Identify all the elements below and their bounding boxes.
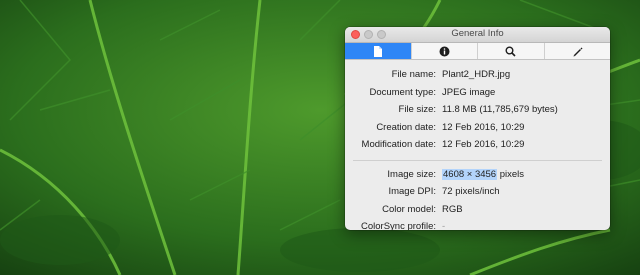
colorsync-profile-row: ColorSync profile: - (345, 218, 610, 230)
document-icon (373, 45, 382, 57)
document-type-row: Document type: JPEG image (345, 84, 610, 102)
image-size-label: Image size: (387, 168, 436, 180)
image-size-selection[interactable]: 4608 × 3456 (442, 168, 498, 180)
pencil-icon (573, 47, 583, 56)
document-type-value[interactable]: JPEG image (442, 87, 495, 98)
color-model-row: Color model: RGB (345, 201, 610, 219)
colorsync-profile-label: ColorSync profile: (361, 221, 436, 230)
image-dpi-row: Image DPI: 72 pixels/inch (345, 183, 610, 201)
tab-edit[interactable] (545, 43, 611, 59)
image-size-value[interactable]: 4608 × 3456 pixels (442, 168, 525, 180)
file-size-label: File size: (398, 104, 436, 116)
image-dpi-label: Image DPI: (388, 186, 436, 198)
file-name-row: File name: Plant2_HDR.jpg (345, 66, 610, 84)
file-name-value[interactable]: Plant2_HDR.jpg (442, 69, 510, 80)
creation-date-value[interactable]: 12 Feb 2016, 10:29 (442, 122, 524, 133)
search-icon (505, 46, 516, 57)
image-size-unit: pixels (497, 168, 525, 180)
colorsync-profile-value[interactable]: - (442, 221, 445, 230)
section-divider (353, 159, 602, 161)
file-name-label: File name: (391, 69, 436, 81)
color-model-value[interactable]: RGB (442, 204, 463, 215)
modification-date-label: Modification date: (361, 139, 436, 151)
tab-general[interactable] (345, 43, 412, 59)
creation-date-row: Creation date: 12 Feb 2016, 10:29 (345, 119, 610, 137)
inspector-tabs (345, 43, 610, 60)
color-model-label: Color model: (382, 203, 436, 215)
title-bar[interactable]: General Info (345, 27, 610, 43)
tab-search[interactable] (478, 43, 545, 59)
creation-date-label: Creation date: (376, 121, 436, 133)
document-type-label: Document type: (369, 86, 436, 98)
modification-date-value[interactable]: 12 Feb 2016, 10:29 (442, 139, 524, 150)
modification-date-row: Modification date: 12 Feb 2016, 10:29 (345, 136, 610, 154)
image-dpi-value[interactable]: 72 pixels/inch (442, 186, 500, 197)
tab-info[interactable] (412, 43, 478, 59)
info-icon (439, 46, 450, 56)
file-size-row: File size: 11.8 MB (11,785,679 bytes) (345, 101, 610, 119)
window-title: General Info (451, 28, 504, 39)
image-size-row: Image size: 4608 × 3456 pixels (345, 166, 610, 184)
general-info-window: General Info File name: Plant2_HDR.jpg D… (345, 27, 610, 230)
info-content: File name: Plant2_HDR.jpg Document type:… (345, 60, 610, 230)
file-size-value[interactable]: 11.8 MB (11,785,679 bytes) (442, 104, 558, 115)
